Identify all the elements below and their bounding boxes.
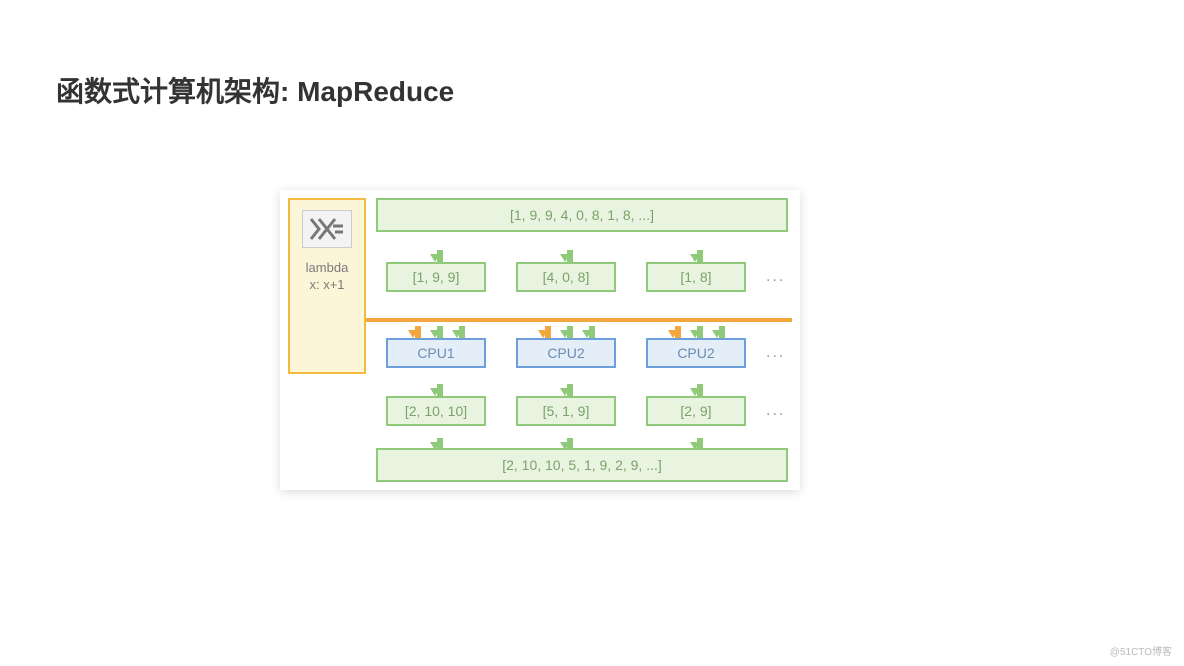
- arrow-down-orange-icon: [538, 330, 548, 338]
- lambda-line1: lambda: [306, 260, 349, 277]
- arrow-down-icon: [452, 330, 462, 338]
- arrow-down-orange-icon: [408, 330, 418, 338]
- haskell-logo-icon: [302, 210, 352, 248]
- mapreduce-diagram: lambda x: x+1 [1, 9, 9, 4, 0, 8, 1, 8, .…: [280, 190, 800, 490]
- arrow-down-icon: [560, 388, 570, 396]
- lambda-line2: x: x+1: [306, 277, 349, 294]
- orange-divider: [366, 318, 792, 322]
- output-chunk-2: [2, 9]: [646, 396, 746, 426]
- arrow-down-orange-icon: [668, 330, 678, 338]
- arrow-down-icon: [582, 330, 592, 338]
- watermark: @51CTO博客: [1110, 643, 1172, 658]
- page-title: 函数式计算机架构: MapReduce: [56, 70, 454, 110]
- arrow-down-icon: [560, 330, 570, 338]
- cpu-2: CPU2: [646, 338, 746, 368]
- arrow-down-icon: [690, 254, 700, 262]
- arrow-down-icon: [690, 330, 700, 338]
- arrow-down-icon: [690, 442, 700, 450]
- lambda-label: lambda x: x+1: [306, 260, 349, 294]
- lambda-panel: lambda x: x+1: [288, 198, 366, 374]
- arrow-down-icon: [430, 442, 440, 450]
- input-chunk-0: [1, 9, 9]: [386, 262, 486, 292]
- arrow-down-icon: [430, 388, 440, 396]
- arrow-down-icon: [560, 254, 570, 262]
- arrow-down-icon: [712, 330, 722, 338]
- output-full-box: [2, 10, 10, 5, 1, 9, 2, 9, ...]: [376, 448, 788, 482]
- arrow-down-icon: [430, 254, 440, 262]
- output-chunk-0: [2, 10, 10]: [386, 396, 486, 426]
- arrow-down-icon: [560, 442, 570, 450]
- input-chunk-1: [4, 0, 8]: [516, 262, 616, 292]
- ellipsis-row4: ...: [766, 402, 785, 420]
- arrow-down-icon: [690, 388, 700, 396]
- cpu-0: CPU1: [386, 338, 486, 368]
- ellipsis-row2: ...: [766, 268, 785, 286]
- cpu-1: CPU2: [516, 338, 616, 368]
- input-chunk-2: [1, 8]: [646, 262, 746, 292]
- ellipsis-row3: ...: [766, 344, 785, 362]
- arrow-down-icon: [430, 330, 440, 338]
- input-full-box: [1, 9, 9, 4, 0, 8, 1, 8, ...]: [376, 198, 788, 232]
- output-chunk-1: [5, 1, 9]: [516, 396, 616, 426]
